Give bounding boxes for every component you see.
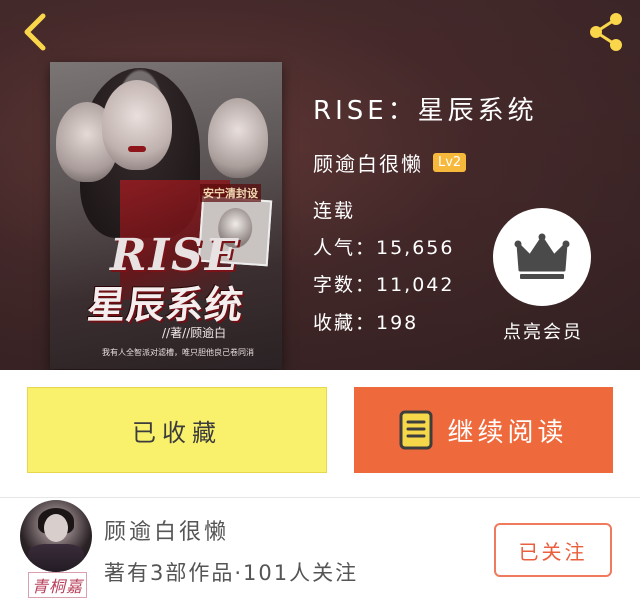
level-badge: Lv2 [433, 153, 467, 172]
section-divider [0, 497, 640, 498]
cover-title-cn: 星辰系统 [85, 283, 246, 327]
continue-reading-label: 继续阅读 [447, 417, 568, 448]
popularity-stat: 人气：15,656 [313, 237, 455, 259]
author-card-name[interactable]: 顾逾白很懒 [104, 514, 229, 546]
cover-author: //著//顾逾白 [162, 326, 227, 340]
chevron-left-icon [24, 13, 46, 51]
crown-icon [514, 233, 570, 279]
vip-label: 点亮会员 [503, 322, 583, 343]
collected-button[interactable]: 已收藏 [27, 387, 327, 473]
back-button[interactable] [14, 10, 54, 54]
book-cover[interactable]: 安宁清封设 RISE 星辰系统 //著//顾逾白 我有人全智派对滤槽，唯只胆他良… [50, 62, 282, 369]
author-row: 顾逾白很懒 Lv2 [313, 148, 467, 177]
word-count-stat: 字数：11,042 [313, 274, 455, 296]
follow-button[interactable]: 已关注 [494, 523, 612, 577]
cover-blurb: 我有人全智派对滤槽，唯只胆他良己卷同消 [102, 348, 254, 357]
book-title: RISE：星辰系统 [313, 96, 538, 126]
avatar-signature: 青桐嘉 [28, 572, 88, 598]
share-icon [590, 13, 622, 51]
continue-reading-button[interactable]: 继续阅读 [354, 387, 613, 473]
collected-label: 已收藏 [132, 418, 222, 447]
book-header: 安宁清封设 RISE 星辰系统 //著//顾逾白 我有人全智派对滤槽，唯只胆他良… [0, 0, 640, 370]
share-button[interactable] [584, 10, 628, 54]
author-works-summary: 著有3部作品·101人关注 [104, 561, 359, 585]
book-icon [399, 410, 433, 450]
vip-button[interactable] [493, 208, 591, 306]
serial-status: 连载 [313, 200, 356, 222]
author-avatar[interactable] [20, 500, 92, 572]
author-name[interactable]: 顾逾白很懒 [313, 148, 423, 177]
favorites-stat: 收藏：198 [313, 312, 419, 334]
follow-label: 已关注 [518, 539, 588, 564]
cover-tag: 安宁清封设 [200, 184, 261, 202]
